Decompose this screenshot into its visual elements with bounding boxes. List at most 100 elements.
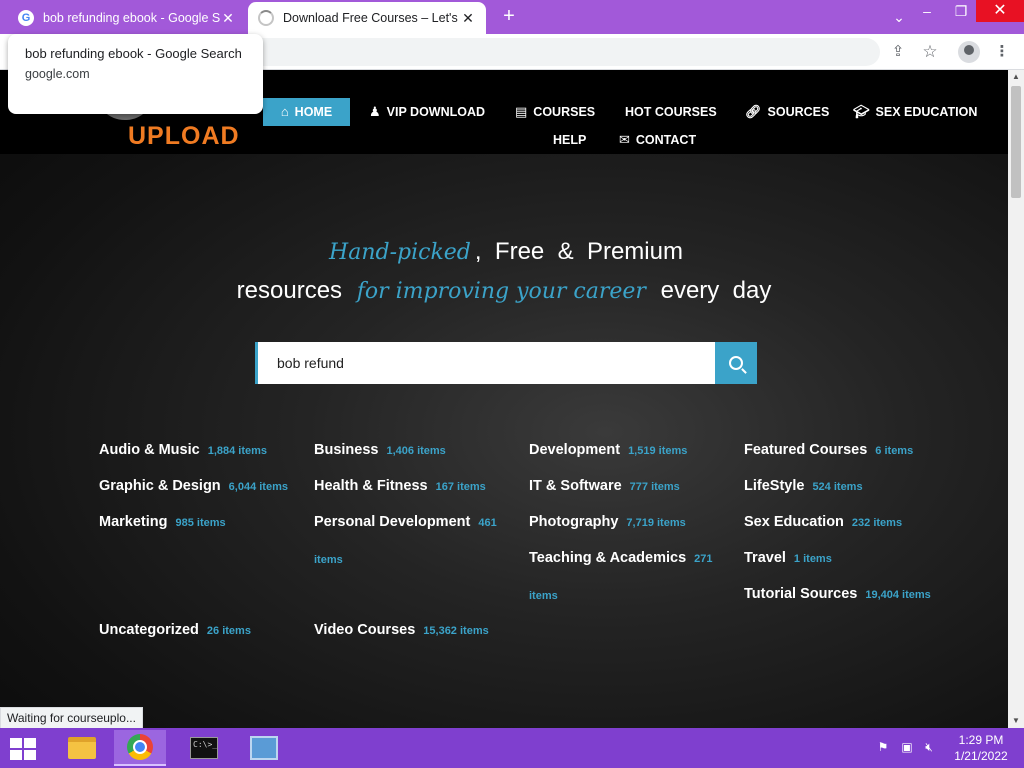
category-count: 1,519 items <box>628 445 688 457</box>
category-development[interactable]: Development 1,519 items <box>529 432 687 469</box>
nav-courses-label: COURSES <box>533 105 596 119</box>
tab-label: Download Free Courses – Let's st <box>283 11 460 25</box>
category-count: 1 items <box>793 553 832 565</box>
category-tutorial-sources[interactable]: Tutorial Sources 19,404 items <box>744 576 931 613</box>
category-count: 1,406 items <box>386 445 446 457</box>
close-icon[interactable]: ✕ <box>460 10 476 27</box>
category-business[interactable]: Business 1,406 items <box>314 432 446 469</box>
category-count: 26 items <box>206 625 251 637</box>
category-personal-development[interactable]: Personal Development 461 items <box>314 504 514 578</box>
category-travel[interactable]: Travel 1 items <box>744 540 832 577</box>
taskbar-command-prompt[interactable]: C:\>_ <box>178 730 230 766</box>
share-icon[interactable]: ⇪ <box>888 42 908 62</box>
taskbar-network-app[interactable] <box>238 730 290 766</box>
category-count: 15,362 items <box>423 625 489 637</box>
web-page: UPLOAD ⌂ HOME ♟ VIP DOWNLOAD ▤ COURSES H… <box>0 70 1008 728</box>
hover-card-url: google.com <box>25 67 90 81</box>
category-featured-courses[interactable]: Featured Courses 6 items <box>744 432 913 469</box>
tab-hover-card: bob refunding ebook - Google Search goog… <box>8 34 263 114</box>
category-uncategorized[interactable]: Uncategorized 26 items <box>99 612 251 649</box>
nav-courses[interactable]: ▤ COURSES <box>515 98 595 126</box>
search-icon <box>729 356 743 370</box>
hero-text: resources <box>236 277 343 304</box>
category-audio-music[interactable]: Audio & Music 1,884 items <box>99 432 267 469</box>
search-button[interactable] <box>715 342 757 384</box>
category-lifestyle[interactable]: LifeStyle 524 items <box>744 468 863 505</box>
bookmark-star-icon[interactable]: ☆ <box>920 42 940 62</box>
category-count: 19,404 items <box>865 589 931 601</box>
nav-vip-label: VIP DOWNLOAD <box>386 105 486 119</box>
nav-sex-label: SEX EDUCATION <box>875 105 978 119</box>
nav-contact[interactable]: ✉ CONTACT <box>619 126 696 154</box>
hero-text: every day <box>660 277 772 304</box>
hero-line-2: resources for improving your career ever… <box>0 277 1008 305</box>
category-count: 6 items <box>875 445 914 457</box>
kebab-menu-icon[interactable]: ⋮ <box>992 42 1012 62</box>
system-clock[interactable]: 1:29 PM 1/21/2022 <box>946 732 1016 764</box>
tab-label: bob refunding ebook - Google S <box>43 11 220 25</box>
volume-muted-icon[interactable]: 🔇︎ <box>921 740 937 756</box>
clock-time: 1:29 PM <box>958 733 1004 747</box>
hero-line-1: Hand-picked, Free & Premium <box>0 238 1008 266</box>
nav-sex-education[interactable]: 🎓︎ SEX EDUCATION <box>853 98 977 126</box>
nav-home[interactable]: ⌂ HOME <box>263 98 350 126</box>
windows-start-icon[interactable] <box>10 738 38 760</box>
taskbar-file-explorer[interactable] <box>56 730 108 766</box>
category-count: 1,884 items <box>207 445 268 457</box>
network-status-icon[interactable]: ▣ <box>899 740 915 756</box>
loading-spinner-icon <box>258 10 274 26</box>
envelope-icon: ✉ <box>619 132 630 147</box>
hero-script-text: for improving your career <box>356 279 646 304</box>
category-count: 6,044 items <box>228 481 288 493</box>
close-window-button[interactable]: ✕ <box>976 0 1024 22</box>
category-teaching-academics[interactable]: Teaching & Academics 271 items <box>529 540 729 614</box>
taskbar-chrome[interactable] <box>114 730 166 766</box>
chrome-icon <box>127 734 153 760</box>
action-center-flag-icon[interactable]: ⚑ <box>875 740 891 756</box>
hover-card-title: bob refunding ebook - Google Search <box>25 46 242 61</box>
folder-icon <box>68 737 96 759</box>
scroll-up-arrow-icon[interactable]: ▲ <box>1008 70 1024 84</box>
nav-sources[interactable]: 🔗︎ SOURCES <box>745 98 829 126</box>
user-secret-icon: ♟ <box>369 104 381 119</box>
nav-help[interactable]: HELP <box>553 126 586 154</box>
google-icon: G <box>18 10 34 26</box>
scroll-thumb[interactable] <box>1011 86 1021 198</box>
logo-text: UPLOAD <box>128 122 240 150</box>
nav-home-label: HOME <box>294 105 333 119</box>
folder-open-icon: ▤ <box>515 104 528 119</box>
profile-avatar-icon[interactable] <box>958 41 980 63</box>
taskbar: C:\>_ ⚑ ▣ 🔇︎ 1:29 PM 1/21/2022 <box>0 728 1024 768</box>
network-window-icon <box>250 736 278 760</box>
category-sex-education[interactable]: Sex Education 232 items <box>744 504 902 541</box>
category-it-software[interactable]: IT & Software 777 items <box>529 468 680 505</box>
minimize-button[interactable]: – <box>910 0 944 22</box>
category-count: 7,719 items <box>626 517 686 529</box>
nav-sources-label: SOURCES <box>767 105 830 119</box>
close-icon[interactable]: ✕ <box>220 10 236 27</box>
hero-script-text: Hand-picked <box>329 240 471 265</box>
tab-google-search[interactable]: G bob refunding ebook - Google S ✕ <box>8 2 246 34</box>
category-marketing[interactable]: Marketing 985 items <box>99 504 226 541</box>
category-count: 524 items <box>812 481 863 493</box>
tab-download-courses[interactable]: Download Free Courses – Let's st ✕ <box>248 2 486 34</box>
browser-titlebar: G bob refunding ebook - Google S ✕ Downl… <box>0 0 1024 34</box>
page-scrollbar[interactable]: ▲ ▼ <box>1008 70 1024 728</box>
restore-button[interactable]: ❐ <box>944 0 978 22</box>
nav-vip-download[interactable]: ♟ VIP DOWNLOAD <box>369 98 485 126</box>
nav-help-label: HELP <box>553 133 587 147</box>
search-input[interactable] <box>255 342 715 384</box>
nav-hot-courses[interactable]: HOT COURSES <box>625 98 717 126</box>
category-graphic-design[interactable]: Graphic & Design 6,044 items <box>99 468 288 505</box>
nav-contact-label: CONTACT <box>635 133 697 147</box>
category-photography[interactable]: Photography 7,719 items <box>529 504 686 541</box>
scroll-down-arrow-icon[interactable]: ▼ <box>1008 714 1024 728</box>
category-health-fitness[interactable]: Health & Fitness 167 items <box>314 468 486 505</box>
graduation-cap-icon: 🎓︎ <box>853 104 870 119</box>
category-count: 777 items <box>629 481 680 493</box>
new-tab-button[interactable]: + <box>498 6 520 28</box>
category-video-courses[interactable]: Video Courses 15,362 items <box>314 612 489 649</box>
link-icon: 🔗︎ <box>745 104 762 119</box>
nav-hot-label: HOT COURSES <box>625 105 717 119</box>
terminal-icon: C:\>_ <box>190 737 218 759</box>
